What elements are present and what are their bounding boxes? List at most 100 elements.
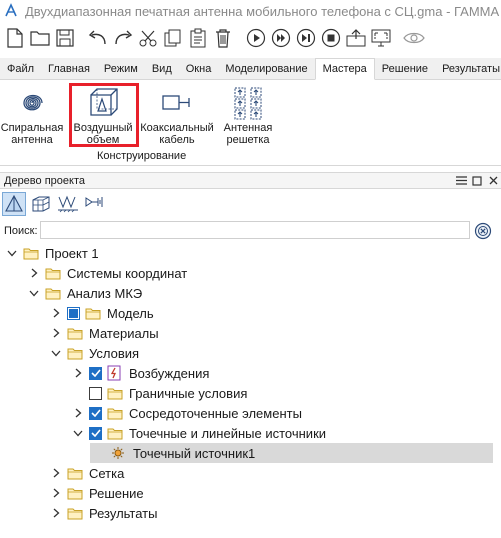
- project-tree-header: Дерево проекта: [0, 172, 501, 189]
- cut-icon[interactable]: [137, 27, 159, 49]
- chevron-down-icon[interactable]: [28, 287, 40, 299]
- quick-toolbar: [0, 24, 501, 52]
- tree-row[interactable]: Проект 1: [0, 243, 501, 263]
- folder-icon: [85, 306, 101, 320]
- mesh-view-icon[interactable]: [29, 192, 53, 216]
- tree-row[interactable]: Граничные условия: [0, 383, 501, 403]
- fullscreen-icon[interactable]: [370, 27, 392, 49]
- project-tree: Проект 1 Системы координат Анализ МКЭ Модел…: [0, 243, 501, 533]
- tree-row[interactable]: Системы координат: [0, 263, 501, 283]
- tree-item-label: Граничные условия: [129, 385, 248, 401]
- tab-file[interactable]: Файл: [0, 58, 41, 79]
- search-input[interactable]: [40, 221, 470, 239]
- tree-view-icon[interactable]: [2, 192, 26, 216]
- panel-title: Дерево проекта: [4, 174, 85, 187]
- folder-icon: [107, 426, 123, 440]
- tab-view[interactable]: Вид: [145, 58, 179, 79]
- tab-windows[interactable]: Окна: [179, 58, 219, 79]
- title-bar: Двухдиапазонная печатная антенна мобильн…: [0, 0, 501, 22]
- tree-row[interactable]: Сетка: [0, 463, 501, 483]
- tree-checkbox[interactable]: [67, 306, 80, 320]
- chevron-down-icon[interactable]: [72, 427, 84, 439]
- tree-item-label: Условия: [89, 345, 140, 361]
- run-all-icon[interactable]: [295, 27, 317, 49]
- folder-icon: [67, 486, 83, 500]
- chevron-down-icon[interactable]: [6, 247, 18, 259]
- excitation-icon: [107, 365, 123, 381]
- tab-home[interactable]: Главная: [41, 58, 97, 79]
- chevron-right-icon[interactable]: [50, 487, 62, 499]
- open-folder-icon[interactable]: [29, 27, 51, 49]
- chevron-right-icon[interactable]: [28, 267, 40, 279]
- tree-row[interactable]: Точечные и линейные источники: [0, 423, 501, 443]
- tree-checkbox[interactable]: [89, 386, 102, 400]
- panel-menu-icon[interactable]: [453, 173, 469, 188]
- copy-icon[interactable]: [162, 27, 184, 49]
- spiral-antenna-label-1: Спиральная: [0, 122, 64, 134]
- stop-icon[interactable]: [320, 27, 342, 49]
- redo-icon[interactable]: [112, 27, 134, 49]
- search-label: Поиск:: [4, 224, 38, 237]
- view-icon[interactable]: [403, 27, 425, 49]
- chevron-right-icon[interactable]: [72, 407, 84, 419]
- tree-row[interactable]: Анализ МКЭ: [0, 283, 501, 303]
- chevron-right-icon[interactable]: [72, 367, 84, 379]
- export-icon[interactable]: [345, 27, 367, 49]
- tab-mode[interactable]: Режим: [97, 58, 145, 79]
- folder-icon: [45, 286, 61, 300]
- folder-icon: [45, 266, 61, 280]
- tree-row[interactable]: Точечный источник1: [0, 443, 501, 463]
- project-tree-toolbar: [0, 190, 501, 218]
- tree-checkbox[interactable]: [89, 426, 102, 440]
- antenna-array-label-2: решетка: [226, 134, 270, 146]
- clear-search-icon[interactable]: [474, 222, 492, 240]
- chevron-right-icon[interactable]: [50, 507, 62, 519]
- tree-item-label: Модель: [107, 305, 154, 321]
- source-view-icon[interactable]: [83, 192, 107, 216]
- paste-icon[interactable]: [187, 27, 209, 49]
- coax-cable-label-2: кабель: [159, 134, 195, 146]
- folder-icon: [23, 246, 39, 260]
- tab-results[interactable]: Результаты: [435, 58, 501, 79]
- antenna-array-button[interactable]: Антенная решетка: [222, 86, 274, 146]
- coax-cable-icon: [160, 86, 194, 120]
- tree-row[interactable]: Сосредоточенные элементы: [0, 403, 501, 423]
- tree-row[interactable]: Решение: [0, 483, 501, 503]
- folder-icon: [67, 346, 83, 360]
- tree-row[interactable]: Условия: [0, 343, 501, 363]
- step-icon[interactable]: [270, 27, 292, 49]
- materials-view-icon[interactable]: [56, 192, 80, 216]
- highlight-frame: [69, 83, 139, 147]
- delete-icon[interactable]: [212, 27, 234, 49]
- chevron-down-icon[interactable]: [50, 347, 62, 359]
- antenna-array-icon: [231, 86, 265, 120]
- tree-item-label: Сосредоточенные элементы: [129, 405, 302, 421]
- chevron-right-icon[interactable]: [50, 327, 62, 339]
- undo-icon[interactable]: [87, 27, 109, 49]
- tree-checkbox[interactable]: [89, 366, 102, 380]
- run-icon[interactable]: [245, 27, 267, 49]
- save-icon[interactable]: [54, 27, 76, 49]
- tree-item-label: Точечные и линейные источники: [129, 425, 327, 441]
- coax-cable-label-1: Коаксиальный: [140, 122, 214, 134]
- tree-item-label: Решение: [89, 485, 144, 501]
- chevron-right-icon[interactable]: [50, 467, 62, 479]
- spiral-antenna-button[interactable]: Спиральная антенна: [1, 86, 63, 146]
- tree-row[interactable]: Материалы: [0, 323, 501, 343]
- tree-checkbox[interactable]: [89, 406, 102, 420]
- tab-solution[interactable]: Решение: [375, 58, 435, 79]
- tree-row[interactable]: Возбуждения: [0, 363, 501, 383]
- tree-row[interactable]: Результаты: [0, 503, 501, 523]
- chevron-right-icon[interactable]: [50, 307, 62, 319]
- folder-icon: [67, 506, 83, 520]
- tab-wizards[interactable]: Мастера: [314, 58, 375, 80]
- tree-item-label: Сетка: [89, 465, 125, 481]
- coax-cable-button[interactable]: Коаксиальный кабель: [140, 86, 214, 146]
- tab-modeling[interactable]: Моделирование: [218, 58, 314, 79]
- new-file-icon[interactable]: [4, 27, 26, 49]
- tree-row[interactable]: Модель: [0, 303, 501, 323]
- panel-dock-icon[interactable]: [469, 173, 485, 188]
- tree-item-label: Материалы: [89, 325, 159, 341]
- panel-close-icon[interactable]: [485, 173, 501, 188]
